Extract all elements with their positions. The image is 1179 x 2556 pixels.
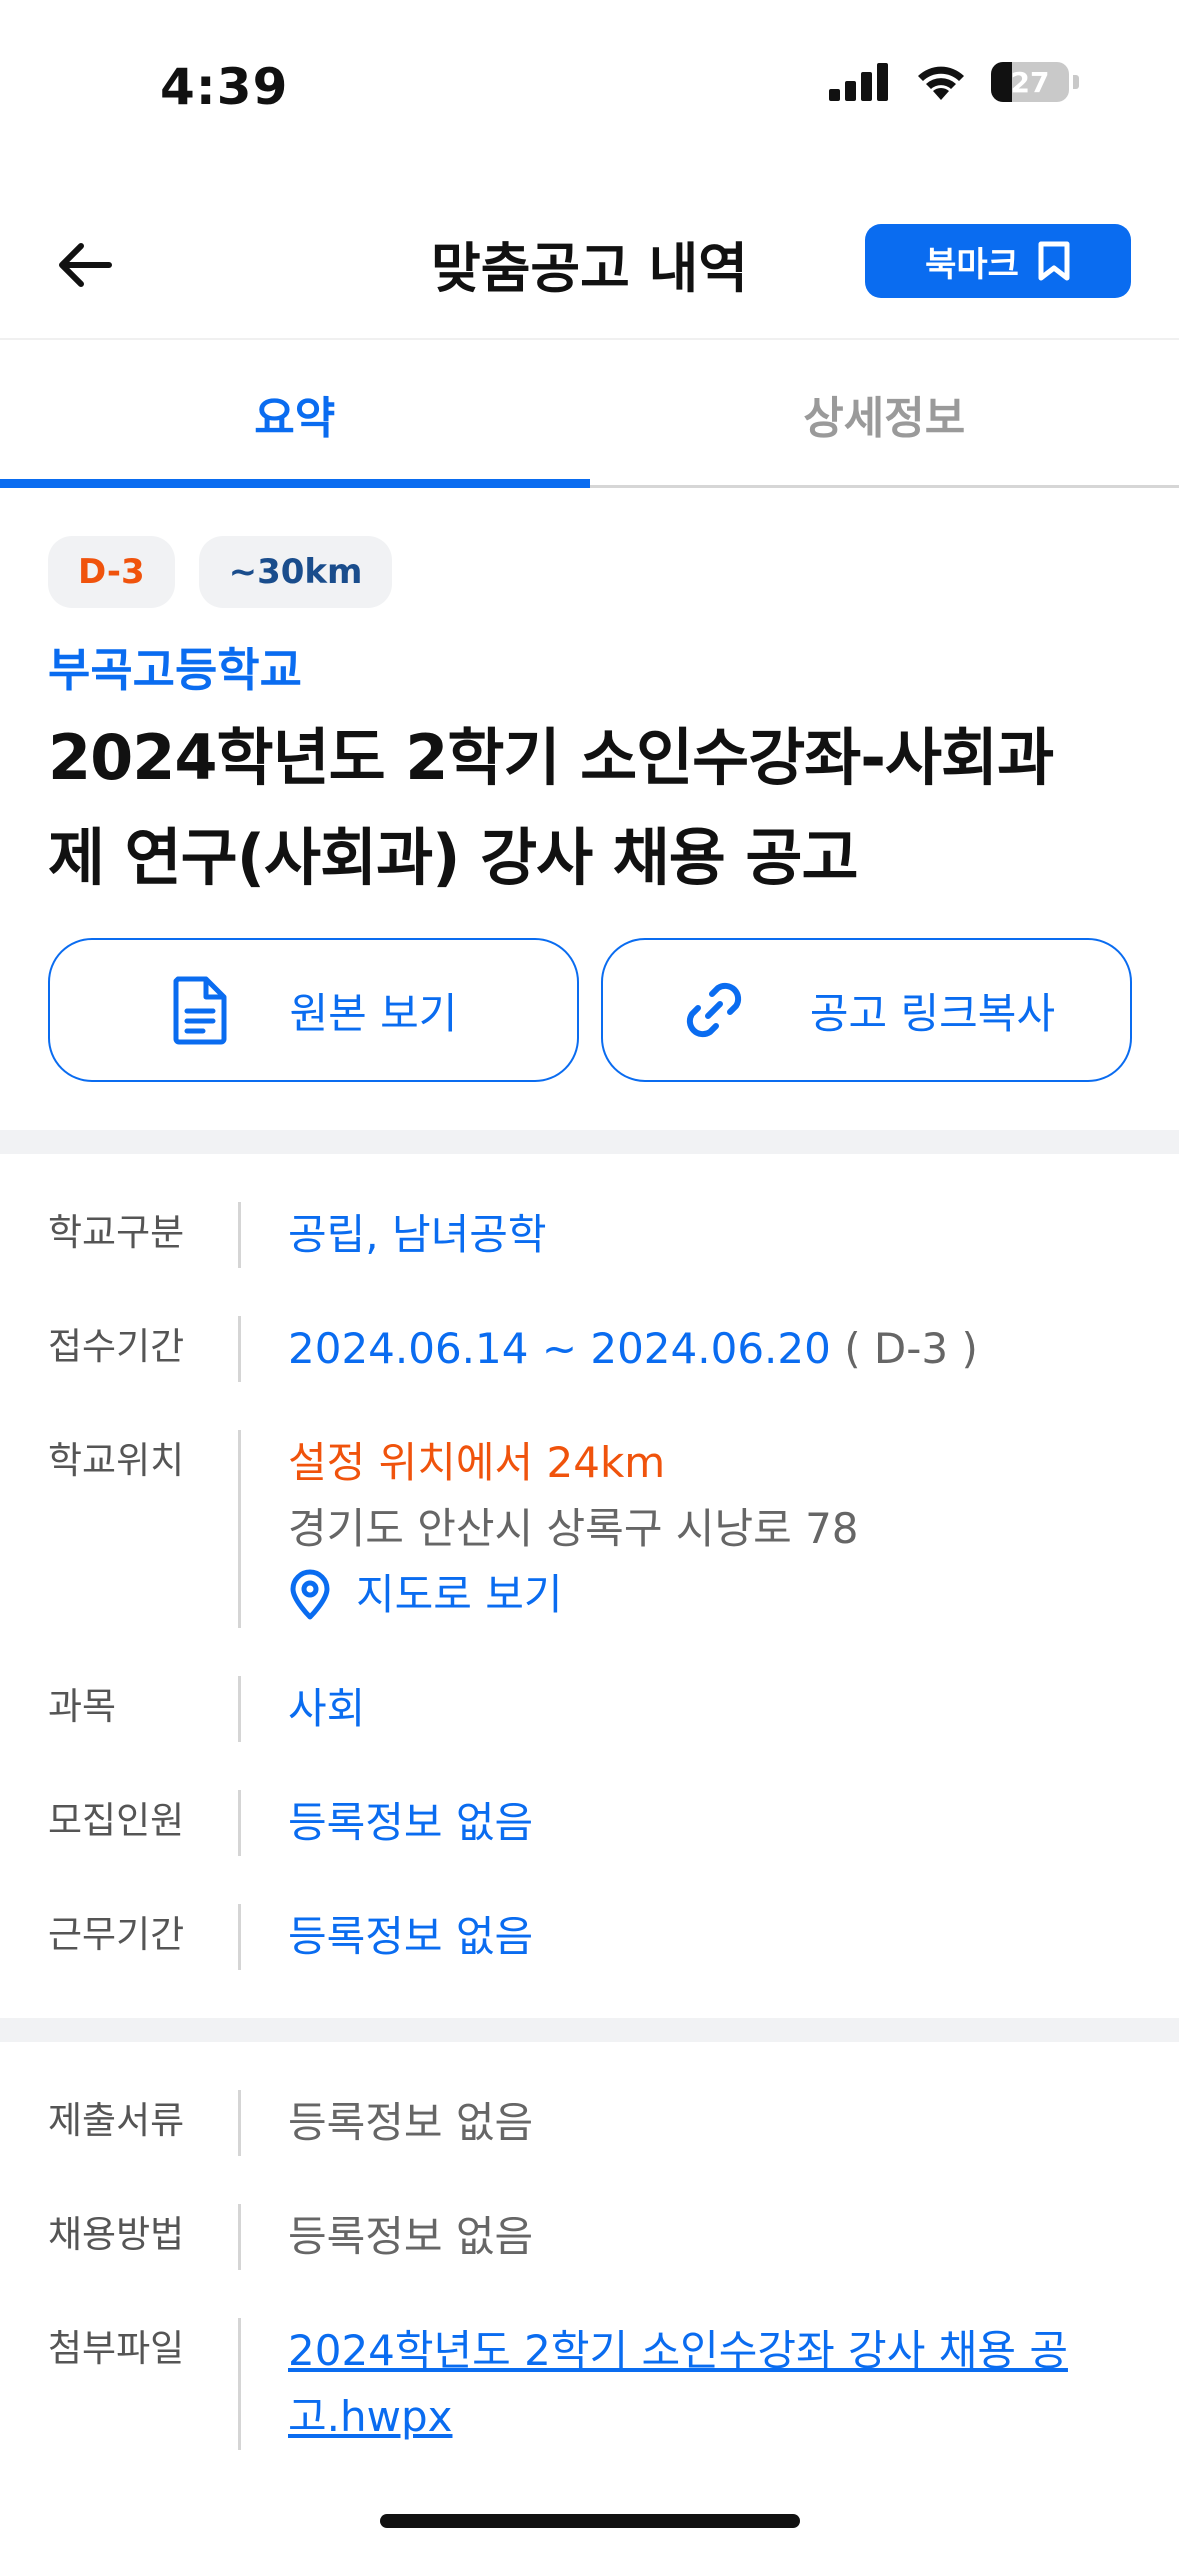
location-distance: 설정 위치에서 24km [288,1438,666,1487]
info-value: 등록정보 없음 [288,1798,534,1847]
info-value: 등록정보 없음 [288,2212,534,2261]
info-label: 첨부파일 [48,2327,185,2370]
job-title: 2024학년도 2학기 소인수강좌-사회과 제 연구(사회과) 강사 채용 공고 [48,708,1138,908]
attachment-line: 2024학년도 2학기 소인수강좌 강사 채용 공 [288,2326,1068,2375]
bookmark-label: 북마크 [925,244,1019,285]
row-divider [238,2090,241,2156]
section-divider [0,1130,1179,1154]
info-label: 제출서류 [48,2099,185,2142]
row-divider [238,1790,241,1856]
info-label: 과목 [48,1685,117,1728]
row-divider [238,1904,241,1970]
summary-section: D-3 ~30km 부곡고등학교 2024학년도 2학기 소인수강좌-사회과 제… [48,536,1138,908]
period-dday: ( D-3 ) [830,1324,978,1373]
row-divider [238,2318,241,2450]
period-dates: 2024.06.14 ~ 2024.06.20 [288,1324,831,1373]
status-icons: 27 [829,62,1079,102]
battery-icon: 27 [991,62,1069,102]
row-divider [238,2204,241,2270]
bookmark-icon [1038,241,1070,281]
header: 맞춤공고 내역 북마크 [0,190,1179,340]
info-label: 학교구분 [48,1211,185,1254]
dday-badge: D-3 [48,536,175,608]
info-value: 공립, 남녀공학 [288,1210,547,1259]
info-value: 2024.06.14 ~ 2024.06.20 ( D-3 ) [288,1316,978,1382]
info-value: 설정 위치에서 24km 경기도 안산시 상록구 시낭로 78 지도로 보기 [288,1430,859,1628]
battery-tip [1073,75,1079,89]
badge-row: D-3 ~30km [48,536,1138,608]
link-icon [686,982,741,1038]
location-address: 경기도 안산시 상록구 시낭로 78 [288,1504,859,1553]
row-divider [238,1430,241,1628]
info-value: 등록정보 없음 [288,1912,534,1961]
info-label: 접수기간 [48,1325,185,1368]
info-value: 사회 [288,1684,366,1733]
view-original-label: 원본 보기 [289,988,458,1038]
cellular-signal-icon [829,63,888,101]
job-title-line: 제 연구(사회과) 강사 채용 공고 [48,821,859,894]
info-value: 등록정보 없음 [288,2098,534,2147]
view-map-link[interactable]: 지도로 보기 [288,1562,859,1628]
home-indicator[interactable] [380,2514,800,2528]
tab-bar: 요약 상세정보 [0,342,1179,488]
status-bar: 4:39 27 [0,0,1179,160]
section-divider [0,2018,1179,2042]
info-label: 근무기간 [48,1913,185,1956]
copy-link-button[interactable]: 공고 링크복사 [601,938,1132,1082]
tab-summary[interactable]: 요약 [0,342,590,488]
row-divider [238,1676,241,1742]
info-label: 모집인원 [48,1799,185,1842]
copy-link-label: 공고 링크복사 [809,988,1056,1038]
info-label: 학교위치 [48,1439,185,1482]
view-map-label: 지도로 보기 [356,1570,563,1619]
action-row: 원본 보기 공고 링크복사 [48,938,1132,1082]
map-pin-icon [290,1569,330,1620]
status-time: 4:39 [160,58,289,116]
info-label: 채용방법 [48,2213,185,2256]
attachment-line: 고.hwpx [288,2392,453,2441]
tab-details[interactable]: 상세정보 [590,342,1179,485]
distance-badge: ~30km [198,536,393,608]
school-name: 부곡고등학교 [48,643,302,697]
document-icon [173,976,227,1045]
row-divider [238,1202,241,1268]
view-original-button[interactable]: 원본 보기 [48,938,579,1082]
wifi-icon [918,66,964,100]
attachment-file-link[interactable]: 2024학년도 2학기 소인수강좌 강사 채용 공 고.hwpx [288,2318,1108,2450]
bookmark-button[interactable]: 북마크 [865,224,1131,298]
battery-percent: 27 [1010,65,1050,99]
row-divider [238,1316,241,1382]
job-title-line: 2024학년도 2학기 소인수강좌-사회과 [48,721,1054,794]
